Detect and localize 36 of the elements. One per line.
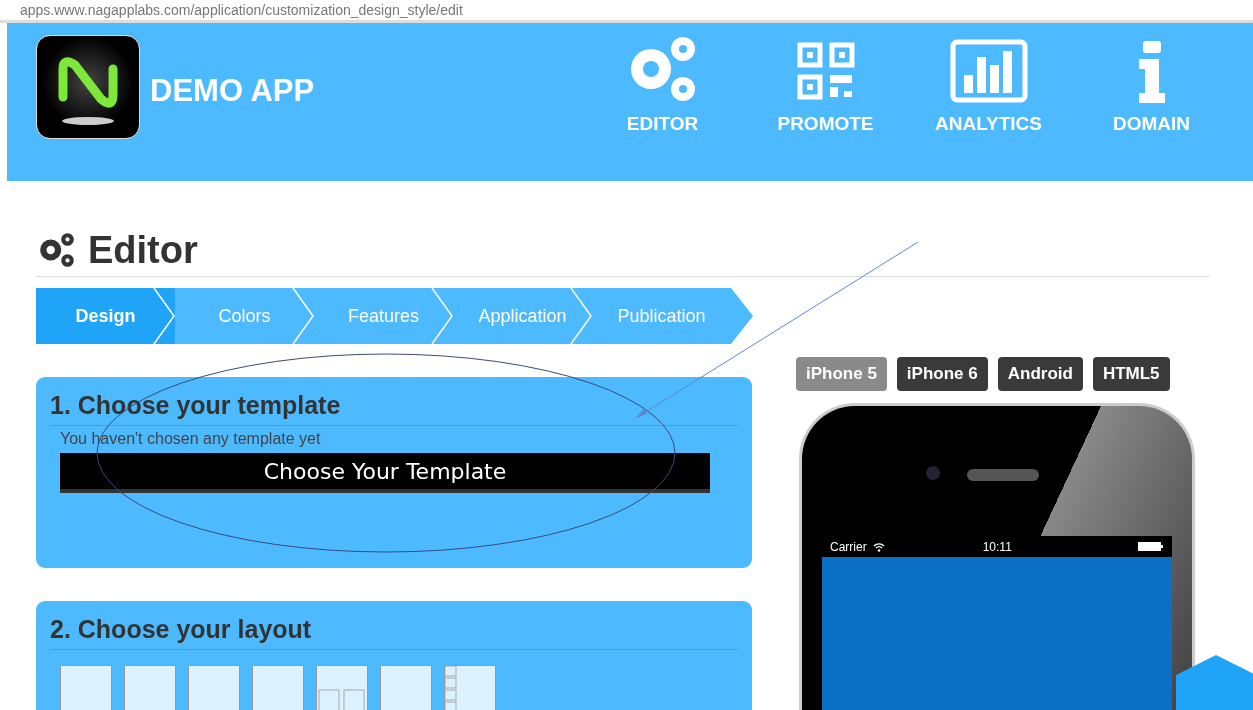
nav-link[interactable]: PROMOTE	[744, 35, 907, 135]
wifi-icon	[872, 541, 885, 552]
layout-thumbnail[interactable]	[316, 665, 368, 710]
chevron-icon	[153, 288, 175, 344]
device-button[interactable]: Android	[997, 357, 1083, 391]
chevron-icon	[292, 288, 314, 344]
nav-link[interactable]: DOMAIN	[1070, 35, 1233, 135]
layout-thumbnail[interactable]	[188, 665, 240, 710]
step-tab[interactable]: Publication	[592, 288, 731, 344]
page-title: Editor	[88, 229, 198, 272]
layout-thumbnail[interactable]	[380, 665, 432, 710]
app-name: DEMO APP	[150, 73, 315, 109]
layout-thumbnail[interactable]	[124, 665, 176, 710]
layout-thumbnail[interactable]	[444, 665, 496, 710]
phone-camera	[926, 466, 940, 480]
carrier-label: Carrier	[830, 539, 867, 554]
layout-thumbnail[interactable]	[252, 665, 304, 710]
step-tab[interactable]: Colors	[175, 288, 314, 344]
phone-speaker	[967, 469, 1039, 481]
nav-link[interactable]: EDITOR	[581, 35, 744, 135]
nav-link[interactable]: ANALYTICS	[907, 35, 1070, 135]
chevron-icon	[431, 288, 453, 344]
step-tab[interactable]: Application	[453, 288, 592, 344]
battery-icon	[1138, 542, 1164, 551]
template-message: You haven't chosen any template yet	[60, 430, 322, 448]
layout-thumbnail[interactable]	[60, 665, 112, 710]
status-time: 10:11	[982, 539, 1012, 554]
step-tab[interactable]: Features	[314, 288, 453, 344]
device-button[interactable]: iPhone 5	[796, 357, 887, 391]
device-button[interactable]: HTML5	[1092, 357, 1170, 391]
chevron-icon	[570, 288, 592, 344]
address-bar-url[interactable]: apps.www.nagapplabs.com/application/customization_design_style/edit	[20, 2, 463, 18]
step-tab[interactable]: Design	[36, 288, 175, 344]
card-title: 1. Choose your template	[50, 391, 738, 426]
card-title: 2. Choose your layout	[50, 615, 738, 650]
device-button[interactable]: iPhone 6	[896, 357, 988, 391]
